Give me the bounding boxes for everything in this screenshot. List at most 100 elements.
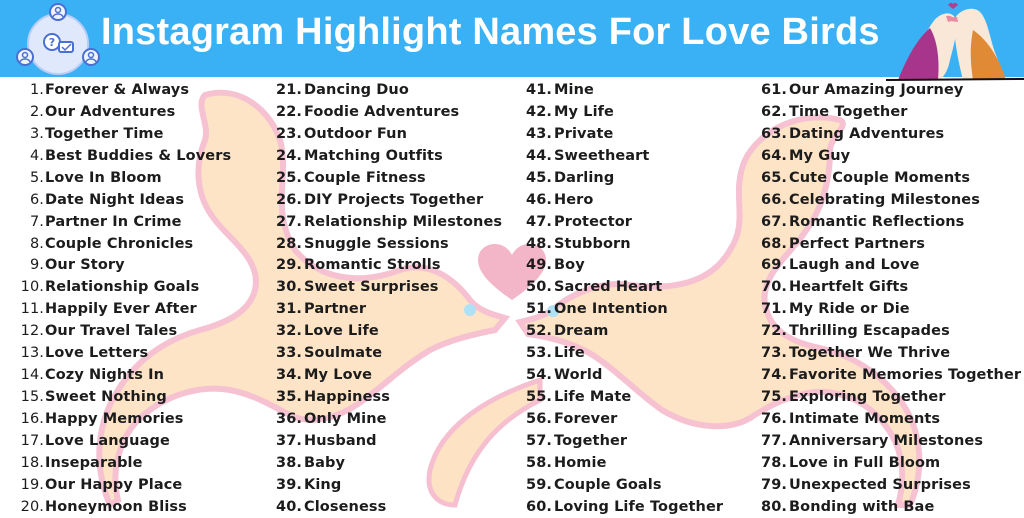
list-item: 37. Husband [276, 430, 502, 452]
list-item: 11. Happily Ever After [0, 298, 231, 320]
item-number: 54. [526, 367, 552, 384]
item-label: Favorite Memories Together [789, 367, 1022, 384]
item-number: 69. [761, 257, 787, 274]
item-number: 43. [526, 125, 552, 142]
list-item: 29. Romantic Strolls [276, 255, 502, 277]
list-item: 60. Loving Life Together [526, 496, 723, 518]
list-item: 51. One Intention [526, 298, 723, 320]
item-label: King [304, 476, 342, 493]
item-label: Our Travel Tales [45, 323, 178, 340]
list-item: 44. Sweetheart [526, 145, 723, 167]
list-item: 53. Life [526, 342, 723, 364]
item-number: 26. [276, 191, 302, 208]
item-number: 74. [761, 367, 787, 384]
list-item: 6. Date Night Ideas [0, 189, 231, 211]
item-number: 65. [761, 169, 787, 186]
item-number: 7. [29, 213, 44, 230]
item-label: Snuggle Sessions [304, 235, 449, 252]
item-number: 10. [20, 279, 44, 296]
item-number: 15. [20, 389, 44, 406]
list-item: 32. Love Life [276, 320, 502, 342]
item-label: My Ride or Die [789, 301, 910, 318]
item-number: 50. [526, 279, 552, 296]
list-item: 80. Bonding with Bae [761, 496, 1021, 518]
list-item: 3. Together Time [0, 123, 231, 145]
item-label: Love Letters [45, 345, 149, 362]
item-label: World [554, 367, 603, 384]
item-label: Partner In Crime [45, 213, 182, 230]
list-item: 75. Exploring Together [761, 386, 1021, 408]
item-number: 3. [29, 125, 44, 142]
list-item: 34. My Love [276, 364, 502, 386]
list-item: 25. Couple Fitness [276, 167, 502, 189]
list-item: 38. Baby [276, 452, 502, 474]
item-label: Happiness [304, 389, 390, 406]
item-number: 28. [276, 235, 302, 252]
item-number: 72. [761, 323, 787, 340]
item-label: Together [554, 432, 628, 449]
item-number: 25. [276, 169, 302, 186]
item-label: Dancing Duo [304, 81, 409, 98]
item-number: 33. [276, 345, 302, 362]
names-column-3: 41. Mine 42. My Life 43. Private 44. Sweethe… [526, 79, 723, 518]
list-item: 64. My Guy [761, 145, 1021, 167]
list-item: 49. Boy [526, 255, 723, 277]
item-label: Closeness [304, 498, 387, 515]
item-label: Best Buddies & Lovers [45, 147, 232, 164]
item-number: 75. [761, 389, 787, 406]
item-label: Unexpected Surprises [789, 476, 971, 493]
item-number: 63. [761, 125, 787, 142]
item-label: Stubborn [554, 235, 631, 252]
list-item: 23. Outdoor Fun [276, 123, 502, 145]
list-item: 68. Perfect Partners [761, 233, 1021, 255]
item-label: Love In Bloom [45, 169, 162, 186]
item-label: Our Amazing Journey [789, 81, 964, 98]
list-item: 40. Closeness [276, 496, 502, 518]
item-number: 66. [761, 191, 787, 208]
item-label: Intimate Moments [789, 411, 941, 428]
item-label: Sweet Nothing [45, 389, 167, 406]
item-number: 32. [276, 323, 302, 340]
list-item: 18. Inseparable [0, 452, 231, 474]
item-number: 18. [20, 454, 44, 471]
item-label: Our Adventures [45, 103, 176, 120]
item-label: Couple Chronicles [45, 235, 194, 252]
item-number: 31. [276, 301, 302, 318]
list-item: 15. Sweet Nothing [0, 386, 231, 408]
list-item: 16. Happy Memories [0, 408, 231, 430]
item-label: Dating Adventures [789, 125, 945, 142]
item-label: Exploring Together [789, 389, 946, 406]
item-number: 68. [761, 235, 787, 252]
item-label: Happy Memories [45, 411, 184, 428]
item-number: 49. [526, 257, 552, 274]
item-label: My Love [304, 367, 373, 384]
list-item: 45. Darling [526, 167, 723, 189]
item-number: 39. [276, 476, 302, 493]
list-item: 5. Love In Bloom [0, 167, 231, 189]
item-number: 58. [526, 454, 552, 471]
list-item: 72. Thrilling Escapades [761, 320, 1021, 342]
list-item: 8. Couple Chronicles [0, 233, 231, 255]
page-title: Instagram Highlight Names For Love Birds [101, 11, 880, 53]
item-label: Bonding with Bae [789, 498, 935, 515]
list-item: 59. Couple Goals [526, 474, 723, 496]
list-item: 62. Time Together [761, 101, 1021, 123]
item-number: 9. [29, 257, 44, 274]
item-number: 48. [526, 235, 552, 252]
item-label: Forever [554, 411, 618, 428]
item-label: Forever & Always [45, 81, 190, 98]
item-number: 30. [276, 279, 302, 296]
list-item: 70. Heartfelt Gifts [761, 276, 1021, 298]
item-number: 73. [761, 345, 787, 362]
list-item: 61. Our Amazing Journey [761, 79, 1021, 101]
list-item: 58. Homie [526, 452, 723, 474]
item-label: My Life [554, 103, 614, 120]
item-label: Time Together [789, 103, 908, 120]
item-number: 40. [276, 498, 302, 515]
item-number: 6. [29, 191, 44, 208]
list-item: 31. Partner [276, 298, 502, 320]
header-banner: ? Instagram Highlight Names For Love Bir… [0, 0, 1024, 81]
list-item: 74. Favorite Memories Together [761, 364, 1021, 386]
list-item: 30. Sweet Surprises [276, 276, 502, 298]
list-item: 69. Laugh and Love [761, 255, 1021, 277]
